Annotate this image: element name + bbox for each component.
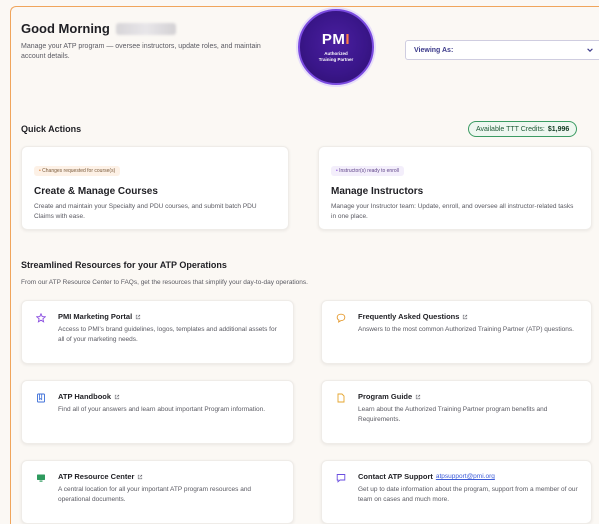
external-link-icon <box>463 314 468 319</box>
external-link-icon <box>114 394 120 399</box>
support-email-link[interactable]: atpsupport@pmi.org <box>436 473 495 480</box>
resource-title: Contact ATP Support <box>358 472 433 481</box>
credits-label: Available TTT Credits: <box>476 125 545 133</box>
viewing-as-label: Viewing As: <box>414 46 454 54</box>
credits-value: $1,996 <box>547 125 570 133</box>
resource-card-contact-support[interactable]: Contact ATP Support atpsupport@pmi.org G… <box>321 460 592 524</box>
resource-description: Get up to date information about the pro… <box>358 486 578 503</box>
credits-badge: Available TTT Credits: $1,996 <box>468 121 578 137</box>
document-icon <box>337 393 345 403</box>
resource-description: Answers to the most common Authorized Tr… <box>358 326 574 333</box>
resource-card-atp-handbook[interactable]: ATP Handbook Find all of your answers an… <box>21 380 294 444</box>
resource-description: Learn about the Authorized Training Part… <box>358 406 548 423</box>
logo-letters: PM <box>321 30 346 48</box>
page-title: Good Morning <box>21 21 110 36</box>
resource-title: Frequently Asked Questions <box>358 312 460 321</box>
book-icon <box>37 393 45 403</box>
dashboard-panel: Good Morning Manage your ATP program — o… <box>10 6 599 524</box>
tag-text: Instructor(s) ready to enroll <box>339 168 399 174</box>
resource-heading: ATP Resource Center <box>58 472 281 481</box>
card-title: Manage Instructors <box>331 186 424 197</box>
card-title: Create & Manage Courses <box>34 186 158 197</box>
logo-letter-i: I <box>345 30 351 48</box>
resource-description: A central location for all your importan… <box>58 486 252 503</box>
resource-title: ATP Resource Center <box>58 472 135 481</box>
status-tag: • Changes requested for course(s) <box>34 166 121 176</box>
resource-heading: Program Guide <box>358 392 579 401</box>
resource-card-faq[interactable]: Frequently Asked Questions Answers to th… <box>321 300 592 364</box>
atp-badge-logo: PMI Authorized Training Partner <box>298 9 374 85</box>
page-header: Good Morning Manage your ATP program — o… <box>21 9 599 101</box>
badge-caption: Authorized Training Partner <box>319 51 354 63</box>
resource-title: Program Guide <box>358 392 413 401</box>
page-subtitle: Manage your ATP program — oversee instru… <box>21 43 261 60</box>
card-description: Create and maintain your Specialty and P… <box>34 203 257 220</box>
resource-title: ATP Handbook <box>58 392 112 401</box>
viewing-as-select[interactable]: Viewing As: <box>405 40 599 60</box>
chevron-down-icon <box>587 48 593 52</box>
resource-description: Find all of your answers and learn about… <box>58 406 266 413</box>
resource-heading: Frequently Asked Questions <box>358 312 579 321</box>
quick-actions-title: Quick Actions <box>21 124 82 134</box>
message-icon <box>336 474 346 483</box>
tag-text: Changes requested for course(s) <box>42 168 116 174</box>
external-link-icon <box>136 314 141 319</box>
resource-title: PMI Marketing Portal <box>58 312 133 321</box>
resource-card-atp-resource-center[interactable]: ATP Resource Center A central location f… <box>21 460 294 524</box>
star-icon <box>36 313 46 323</box>
external-link-icon <box>138 474 143 479</box>
badge-line-2: Training Partner <box>318 56 354 62</box>
card-description: Manage your Instructor team: Update, enr… <box>331 203 574 220</box>
resource-description: Access to PMI's brand guidelines, logos,… <box>58 326 277 343</box>
status-tag: • Instructor(s) ready to enroll <box>331 166 404 176</box>
manage-instructors-card[interactable]: • Instructor(s) ready to enroll Manage I… <box>318 146 592 230</box>
create-manage-courses-card[interactable]: • Changes requested for course(s) Create… <box>21 146 289 230</box>
resource-card-program-guide[interactable]: Program Guide Learn about the Authorized… <box>321 380 592 444</box>
external-link-icon <box>416 394 421 399</box>
resource-card-marketing-portal[interactable]: PMI Marketing Portal Access to PMI's bra… <box>21 300 294 364</box>
monitor-icon <box>37 474 45 482</box>
chat-bubble-icon <box>336 313 346 323</box>
resources-title: Streamlined Resources for your ATP Opera… <box>21 260 227 270</box>
redacted-user-name <box>115 22 176 35</box>
resource-heading: Contact ATP Support atpsupport@pmi.org <box>358 472 579 481</box>
resource-heading: PMI Marketing Portal <box>58 312 281 321</box>
resources-subtitle: From our ATP Resource Center to FAQs, ge… <box>21 279 308 286</box>
resource-heading: ATP Handbook <box>58 392 281 401</box>
pmi-logo: PMI <box>321 30 351 48</box>
